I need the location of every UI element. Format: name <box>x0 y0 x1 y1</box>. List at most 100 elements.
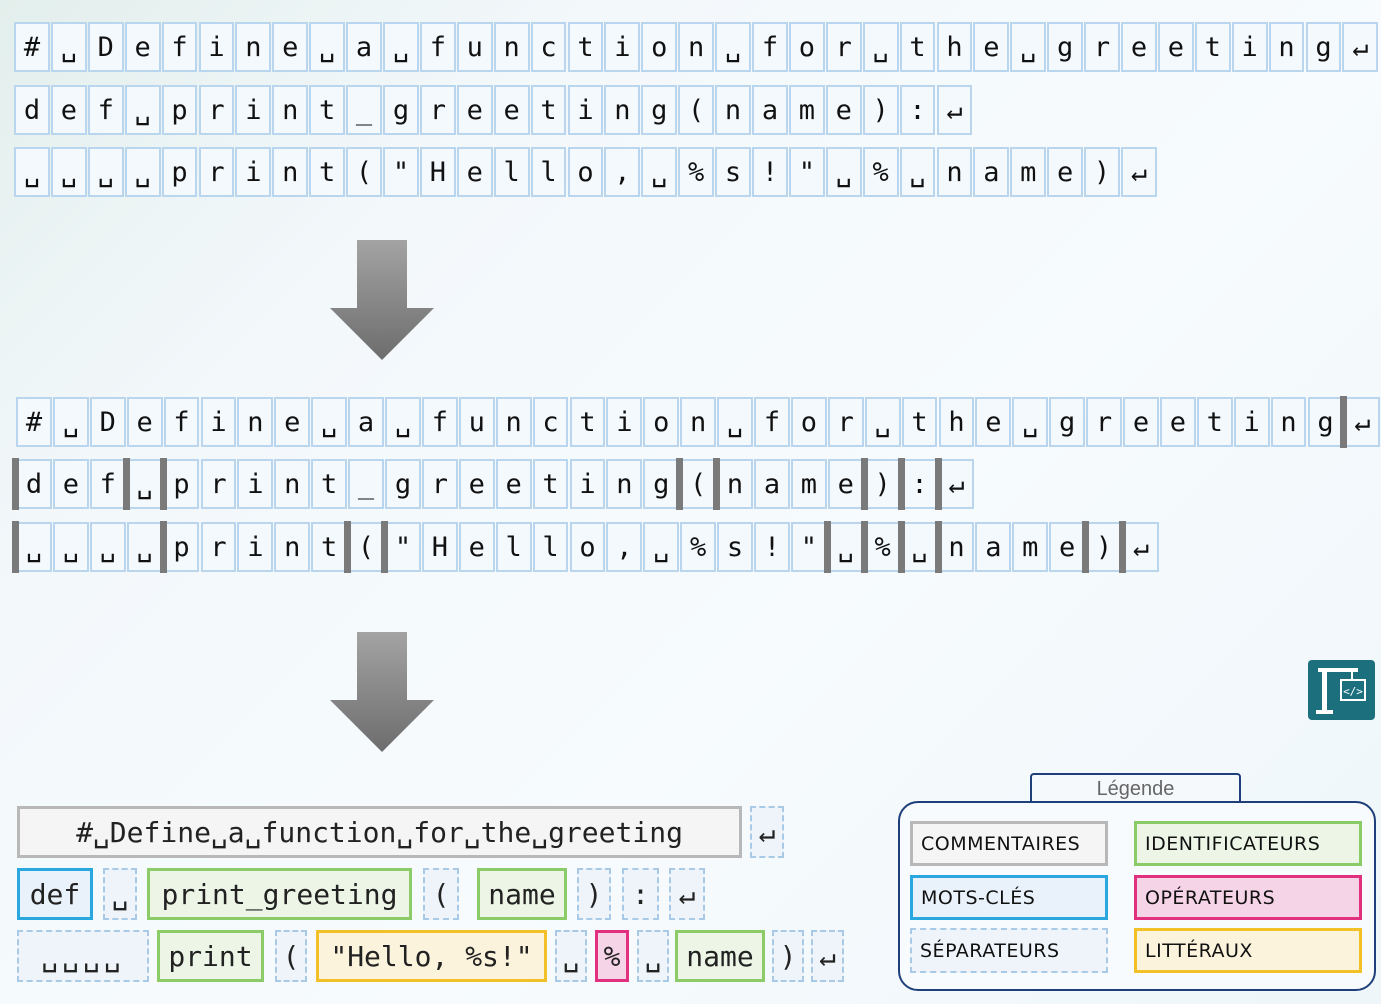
char-cell: e <box>1047 147 1084 197</box>
char-cell: n <box>272 147 309 197</box>
char-cell: g <box>385 459 421 509</box>
char-cell: f <box>89 459 126 509</box>
char-cell: l <box>530 147 567 197</box>
char-cell: i <box>604 22 641 72</box>
char-cell: i <box>567 85 604 135</box>
char-cell: ␣ <box>309 22 346 72</box>
char-cell: u <box>456 22 493 72</box>
token-identifier: name <box>477 868 567 920</box>
char-cell: e <box>975 397 1012 447</box>
token-operator: % <box>595 930 629 982</box>
char-cell: i <box>200 397 237 447</box>
char-cell: f <box>421 397 458 447</box>
char-cell: o <box>567 147 604 197</box>
token-separator: ↵ <box>750 806 784 858</box>
char-cell: u <box>458 397 495 447</box>
char-cell: a <box>754 459 790 509</box>
char-cell: g <box>641 85 678 135</box>
char-cell: t <box>1194 22 1231 72</box>
char-cell: " <box>383 147 419 197</box>
crane-code-icon: </> <box>1308 660 1375 720</box>
char-cell: % <box>678 147 715 197</box>
char-cell: i <box>1233 397 1270 447</box>
char-cell: g <box>383 85 419 135</box>
char-cell: ) <box>862 85 899 135</box>
char-cell: t <box>901 397 938 447</box>
svg-text:</>: </> <box>1343 685 1363 698</box>
char-cell: : <box>901 459 938 509</box>
token-boundary-marker <box>676 458 684 510</box>
char-cell: ) <box>864 459 901 509</box>
char-cell: i <box>198 22 235 72</box>
char-cell: m <box>1010 147 1047 197</box>
char-cell: p <box>161 85 198 135</box>
char-cell: e <box>1049 522 1086 572</box>
char-cell: o <box>790 397 827 447</box>
token-boundary-marker <box>12 521 19 573</box>
char-cell: f <box>754 397 790 447</box>
char-cell: o <box>788 22 825 72</box>
char-cell: ␣ <box>643 522 680 572</box>
char-cell: ␣ <box>901 522 938 572</box>
char-cell: ␣ <box>87 147 124 197</box>
char-cell: t <box>530 85 567 135</box>
char-cell: e <box>126 397 163 447</box>
char-cell: ␣ <box>825 147 862 197</box>
char-cell: ↵ <box>938 459 975 509</box>
char-cell: ) <box>1084 147 1120 197</box>
token-separator: ) <box>577 868 611 920</box>
char-cell: ␣ <box>124 85 161 135</box>
char-cell: a <box>752 85 788 135</box>
char-cell: n <box>678 22 715 72</box>
token-boundary-marker <box>860 458 868 510</box>
char-cell: i <box>235 85 272 135</box>
char-cell: g <box>1307 397 1344 447</box>
token-boundary-marker <box>1340 396 1348 448</box>
char-cell: f <box>87 85 124 135</box>
char-cell: % <box>680 522 717 572</box>
char-cell: t <box>309 85 346 135</box>
token-boundary-marker <box>159 458 167 510</box>
token-literal: "Hello, %s!" <box>316 930 547 982</box>
char-cell: t <box>311 459 348 509</box>
token-boundary-marker <box>159 521 167 573</box>
char-cell: r <box>827 397 864 447</box>
char-cell: i <box>1231 22 1268 72</box>
legend-item-literal: LITTÉRAUX <box>1134 928 1362 973</box>
char-cell: f <box>163 397 200 447</box>
char-cell: ↵ <box>1121 147 1157 197</box>
char-cell: m <box>788 85 825 135</box>
char-cell: n <box>938 522 975 572</box>
char-cell: , <box>606 522 643 572</box>
token-identifier: name <box>675 930 765 982</box>
char-cell: p <box>161 147 198 197</box>
char-cell: c <box>530 22 567 72</box>
char-cell: ␣ <box>715 22 751 72</box>
char-cell: e <box>124 22 161 72</box>
char-cell: e <box>973 22 1010 72</box>
char-cell: e <box>1121 22 1157 72</box>
char-cell: n <box>604 85 641 135</box>
char-cell: g <box>1305 22 1342 72</box>
token-boundary-marker <box>934 458 942 510</box>
char-cell: e <box>1159 397 1196 447</box>
char-cell: D <box>89 397 126 447</box>
char-cell: t <box>309 147 346 197</box>
token-identifier: print <box>157 930 264 982</box>
char-cell: # <box>16 397 52 447</box>
char-cell: t <box>311 522 348 572</box>
char-cell: e <box>458 522 495 572</box>
char-cell: r <box>198 85 235 135</box>
char-cell: ␣ <box>383 22 419 72</box>
token-boundary-marker <box>713 458 721 510</box>
char-cell: , <box>604 147 641 197</box>
token-boundary-marker <box>122 458 130 510</box>
char-cell: ! <box>752 147 788 197</box>
down-arrow-icon <box>330 632 434 752</box>
char-cell: r <box>200 522 237 572</box>
char-cell: a <box>973 147 1010 197</box>
token-keyword: def <box>17 868 93 920</box>
char-cell: ␣ <box>16 522 52 572</box>
char-cell: d <box>16 459 52 509</box>
char-cell: a <box>348 397 384 447</box>
